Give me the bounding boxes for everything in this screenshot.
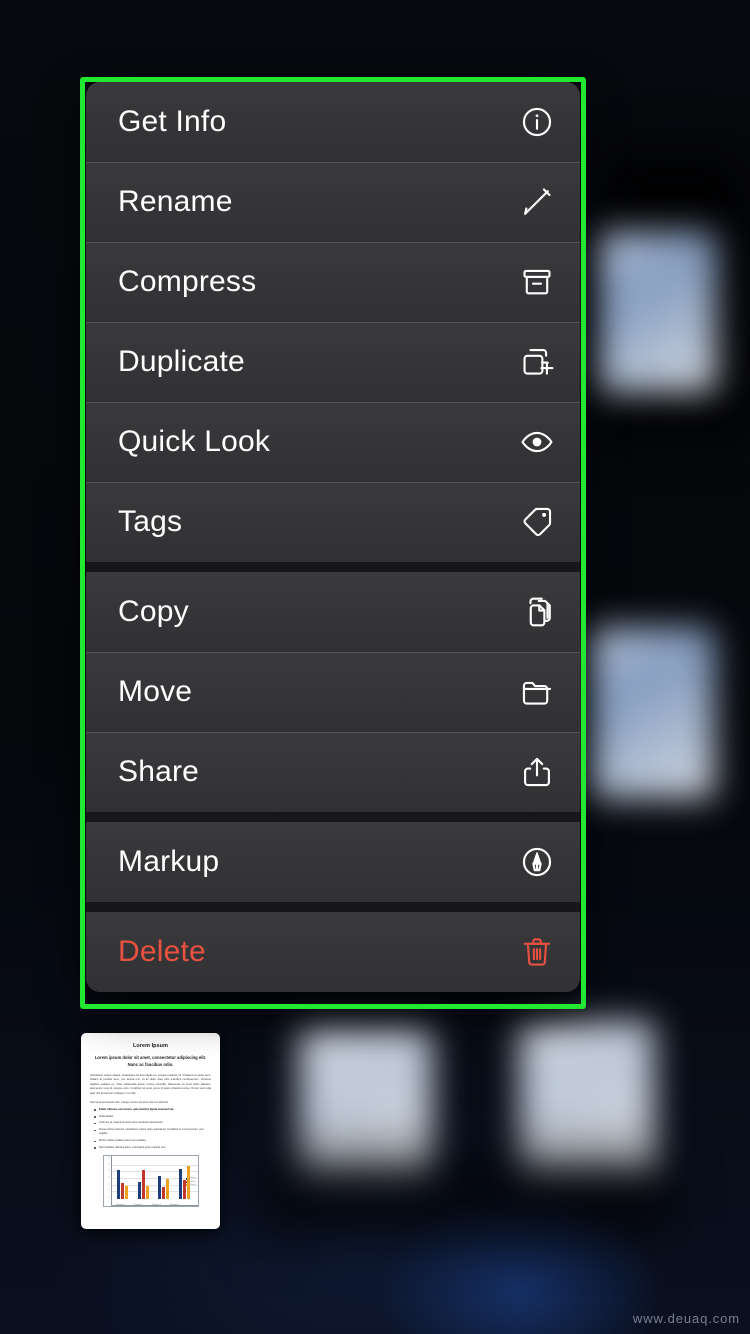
y-tick: 1	[108, 1190, 110, 1193]
share-up-arrow-icon	[520, 755, 554, 789]
chart-x-tick: Kategorie 4	[170, 1203, 179, 1206]
trash-icon	[520, 935, 554, 969]
menu-item-tags[interactable]: Tags	[86, 482, 580, 562]
menu-group-separator	[86, 902, 580, 912]
menu-item-label: Delete	[118, 935, 206, 968]
chart-plot-area	[110, 1156, 198, 1207]
background-shadow	[250, 1150, 670, 1240]
menu-item-rename[interactable]: Rename	[86, 162, 580, 242]
chart-bar-group	[137, 1158, 149, 1200]
chart-bar	[117, 1170, 121, 1200]
chart-bar	[158, 1175, 162, 1200]
list-item: Morbi mattis sodales tortor nec sodales.	[94, 1139, 211, 1143]
folder-icon	[520, 675, 554, 709]
menu-group: Get Info Rename Compress Duplicate Quick Loo…	[86, 82, 580, 562]
chart-x-tick: Kategorie 3	[152, 1203, 161, 1206]
chart-bar	[121, 1183, 125, 1200]
archive-box-icon	[520, 265, 554, 299]
copy-documents-icon	[520, 595, 554, 629]
menu-item-label: Share	[118, 755, 200, 788]
menu-item-label: Markup	[118, 845, 220, 878]
chart-bar-group	[117, 1158, 129, 1200]
list-item: Etiam ultricies sem lorem, quis facilisi…	[94, 1108, 211, 1112]
y-tick: 4	[108, 1170, 110, 1173]
menu-item-delete[interactable]: Delete	[86, 912, 580, 992]
chart-x-tick: Kategorie 2	[134, 1203, 143, 1206]
thumbnail-lead-text: Lorem ipsum dolor sit amet, consectetur …	[94, 1055, 207, 1067]
menu-item-compress[interactable]: Compress	[86, 242, 580, 322]
eye-icon	[520, 425, 554, 459]
thumbnail-paragraph: Vestibulum neque massa, scelerisque sit …	[90, 1074, 211, 1095]
chart-legend-label: Reihe 1	[190, 1178, 197, 1180]
menu-item-share[interactable]: Share	[86, 732, 580, 812]
thumbnail-subheading: Sed sit amet laoreet odio. Integer cursu…	[90, 1100, 169, 1104]
chart-x-labels: Kategorie 1 Kategorie 2 Kategorie 3 Kategor…	[112, 1204, 184, 1206]
chart-bar	[182, 1180, 186, 1200]
context-menu[interactable]: Get Info Rename Compress Duplicate Quick Loo…	[86, 82, 580, 992]
chart-bar	[137, 1182, 141, 1200]
duplicate-icon	[520, 345, 554, 379]
menu-group: Delete	[86, 912, 580, 992]
menu-item-copy[interactable]: Copy	[86, 572, 580, 652]
pencil-icon	[520, 185, 554, 219]
menu-item-label: Compress	[118, 265, 257, 298]
y-tick: 0	[108, 1197, 110, 1200]
menu-item-label: Quick Look	[118, 425, 271, 458]
menu-item-markup[interactable]: Markup	[86, 822, 580, 902]
list-item: Vivamus at magna sit amet ante hendrerit…	[94, 1121, 211, 1125]
watermark-text: www.deuaq.com	[632, 1311, 740, 1326]
chart-bar	[162, 1187, 166, 1200]
thumbnail-title: Lorem Ipsum	[133, 1043, 168, 1049]
menu-item-label: Move	[118, 675, 193, 708]
menu-item-quick-look[interactable]: Quick Look	[86, 402, 580, 482]
chart-legend-label: Reihe 2	[190, 1181, 197, 1183]
menu-item-get-info[interactable]: Get Info	[86, 82, 580, 162]
thumbnail-bullet-list: Etiam ultricies sem lorem, quis facilisi…	[90, 1108, 211, 1150]
chart-bar-group	[178, 1158, 190, 1200]
chart-bar	[141, 1169, 145, 1200]
chart-bar-group	[158, 1158, 170, 1200]
menu-item-label: Rename	[118, 185, 233, 218]
menu-item-label: Copy	[118, 595, 189, 628]
chart-bar	[178, 1169, 182, 1200]
thumbnail-bar-chart: 6 5 4 3 2 1 0 Kategorie 1 Kategorie 2 Kate…	[102, 1155, 199, 1208]
info-circle-icon	[520, 105, 554, 139]
menu-group: Copy Move Share	[86, 572, 580, 812]
list-item: Donec dictum elit dui, vestibulum varius…	[94, 1128, 211, 1137]
selected-file-thumbnail[interactable]: Lorem Ipsum Lorem ipsum dolor sit amet, …	[81, 1033, 220, 1229]
chart-bar	[166, 1179, 170, 1200]
screen-root: Lorem Ipsum Lorem ipsum dolor sit amet, …	[0, 0, 750, 1334]
menu-group-separator	[86, 812, 580, 822]
background-file-thumbnail	[586, 628, 714, 798]
chart-y-axis: 6 5 4 3 2 1 0	[104, 1156, 111, 1206]
menu-group-separator	[86, 562, 580, 572]
menu-item-label: Duplicate	[118, 345, 245, 378]
chart-bar	[145, 1185, 149, 1200]
y-tick: 3	[108, 1177, 110, 1180]
menu-item-duplicate[interactable]: Duplicate	[86, 322, 580, 402]
chart-legend-label: Reihe 3	[190, 1184, 197, 1186]
background-file-thumbnail	[596, 232, 716, 392]
chart-bar	[125, 1185, 129, 1200]
markup-pen-circle-icon	[520, 845, 554, 879]
y-tick: 2	[108, 1183, 110, 1186]
y-tick: 6	[108, 1157, 110, 1160]
menu-group: Markup	[86, 822, 580, 902]
list-item: Nam facilisis ultricies dolor, a tincidu…	[94, 1146, 211, 1150]
y-tick: 5	[108, 1163, 110, 1166]
menu-item-label: Get Info	[118, 105, 227, 138]
tag-icon	[520, 505, 554, 539]
menu-item-move[interactable]: Move	[86, 652, 580, 732]
menu-item-label: Tags	[118, 505, 183, 538]
chart-x-tick: Kategorie 1	[116, 1203, 125, 1206]
chart-bar	[186, 1165, 190, 1200]
list-item: Nulla facilisi.	[94, 1115, 211, 1119]
